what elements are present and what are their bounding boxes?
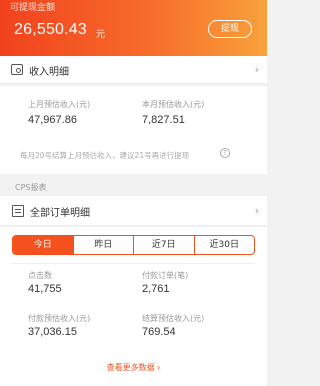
settlement-note: 每月20号结算上月预估收入，建议21号再进行提现 <box>20 151 190 160</box>
divider <box>12 263 255 264</box>
clicks-value: 41,755 <box>28 283 62 295</box>
amount-unit: 元 <box>96 30 106 40</box>
paid-orders-value: 2,761 <box>142 283 170 295</box>
chevron-right-icon: › <box>254 63 259 76</box>
last-month-label: 上月预估收入(元) <box>28 100 91 109</box>
tab-7-days[interactable]: 近7日 <box>133 236 194 254</box>
settled-estimate-label: 结算预估收入(元) <box>142 314 205 323</box>
last-month-value: 47,967.86 <box>28 114 77 126</box>
balance-header: 可提现金额 26,550.43 元 提现 <box>0 0 267 56</box>
tab-yesterday[interactable]: 昨日 <box>72 236 134 254</box>
paid-estimate-label: 付款预估收入(元) <box>28 314 91 323</box>
clicks-label: 点击数 <box>28 271 52 280</box>
period-tabs: 今日 昨日 近7日 近30日 <box>12 235 255 255</box>
document-icon <box>12 205 24 217</box>
withdrawable-label: 可提现金额 <box>10 3 56 13</box>
tab-30-days[interactable]: 近30日 <box>193 236 255 254</box>
question-icon[interactable]: ? <box>220 148 230 158</box>
all-orders-row[interactable]: 全部订单明细 › <box>0 196 267 226</box>
settled-estimate-value: 769.54 <box>142 326 176 338</box>
cps-detail-card: 今日 昨日 近7日 近30日 点击数 41,755 付款订单(笔) 2,761 … <box>0 227 267 386</box>
income-detail-title: 收入明细 <box>29 67 69 78</box>
all-orders-title: 全部订单明细 <box>30 208 90 219</box>
chevron-right-icon: › <box>254 204 259 217</box>
view-more-label: 查看更多数据 <box>106 363 155 372</box>
tab-today[interactable]: 今日 <box>13 236 73 254</box>
paid-estimate-value: 37,036.15 <box>28 326 77 338</box>
chevron-right-icon: › <box>157 363 161 372</box>
withdraw-button[interactable]: 提现 <box>208 20 252 38</box>
income-summary-card: 上月预估收入(元) 47,967.86 本月预估收入(元) 7,827.51 每… <box>0 86 267 174</box>
paid-orders-label: 付款订单(笔) <box>142 271 189 280</box>
income-detail-row[interactable]: 收入明细 › <box>0 56 267 84</box>
this-month-value: 7,827.51 <box>142 114 185 126</box>
withdrawable-amount: 26,550.43 <box>14 21 87 38</box>
this-month-label: 本月预估收入(元) <box>142 100 205 109</box>
view-more-link[interactable]: 查看更多数据 › <box>0 362 267 373</box>
wallet-icon <box>11 64 23 75</box>
cps-section-label: CPS报表 <box>15 183 47 192</box>
